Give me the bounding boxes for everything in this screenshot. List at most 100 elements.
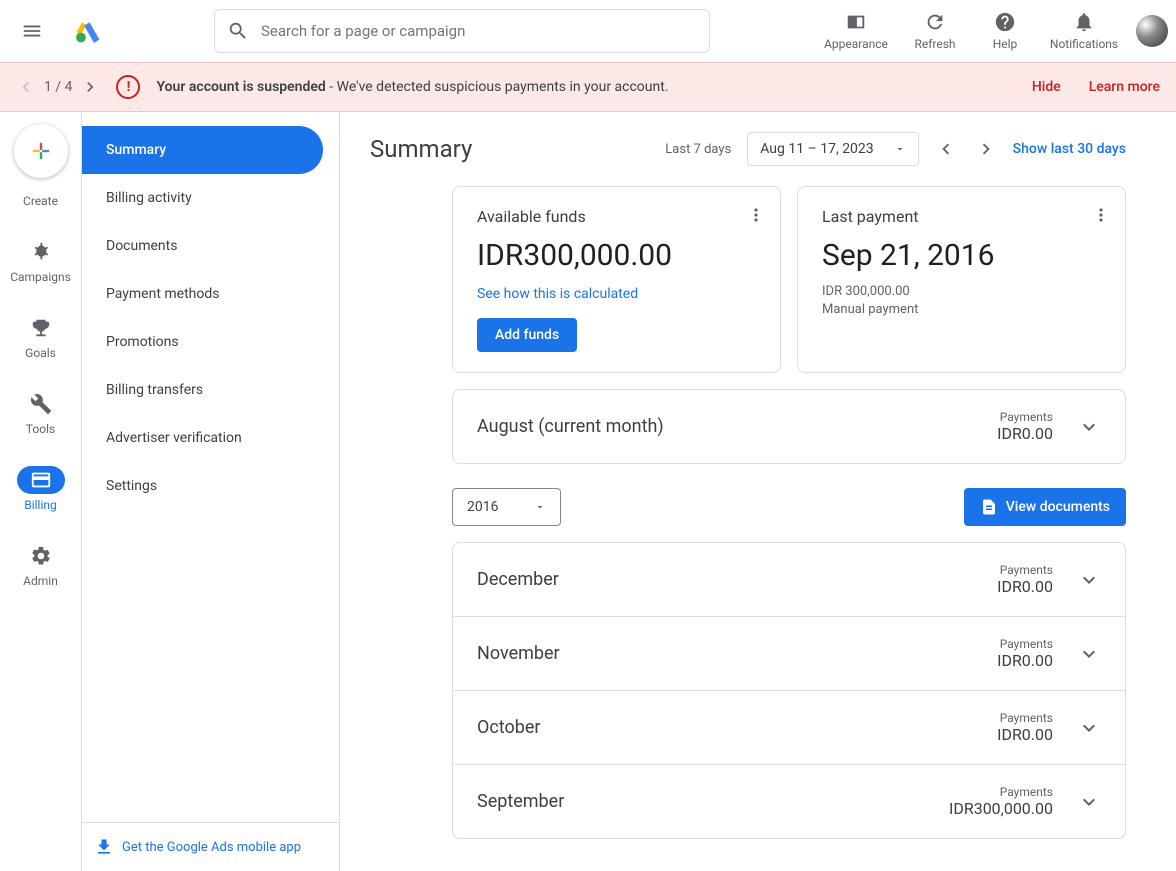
alert-exclamation-icon: ! [116, 75, 140, 99]
payments-amount: IDR0.00 [997, 725, 1053, 744]
bell-icon [1073, 11, 1095, 33]
alert-counter: 1 / 4 [44, 79, 72, 95]
chevron-down-icon [1077, 415, 1101, 439]
date-prev-icon[interactable] [935, 138, 957, 160]
app-header: Appearance Refresh Help Notifications [0, 0, 1176, 62]
month-name: December [477, 569, 559, 590]
trophy-icon [30, 317, 52, 339]
chevron-down-icon [1077, 716, 1101, 740]
document-icon [980, 498, 998, 516]
alert-hide-link[interactable]: Hide [1032, 79, 1061, 95]
menu-button[interactable] [8, 7, 56, 55]
payments-amount: IDR0.00 [997, 651, 1053, 670]
main-content: Summary Last 7 days Aug 11 – 17, 2023 Sh… [340, 112, 1176, 871]
plus-icon [27, 137, 55, 165]
gear-icon [30, 545, 52, 567]
appearance-button[interactable]: Appearance [812, 11, 900, 51]
date-range-selector[interactable]: Aug 11 – 17, 2023 [747, 132, 918, 166]
month-row-current[interactable]: August (current month) Payments IDR0.00 [453, 390, 1125, 463]
funds-calc-link[interactable]: See how this is calculated [477, 286, 638, 302]
months-list: DecemberPaymentsIDR0.00NovemberPaymentsI… [452, 542, 1126, 839]
sidenav-documents[interactable]: Documents [82, 222, 339, 270]
payments-label: Payments [1000, 563, 1053, 577]
account-avatar[interactable] [1136, 15, 1168, 47]
last-payment-card: Last payment Sep 21, 2016 IDR 300,000.00… [797, 186, 1126, 373]
card-menu-button[interactable] [746, 205, 766, 225]
funds-label: Available funds [477, 207, 756, 226]
rail-campaigns[interactable]: Campaigns [0, 224, 81, 298]
card-menu-button[interactable] [1091, 205, 1111, 225]
chevron-down-icon [1077, 790, 1101, 814]
ads-logo-icon [75, 18, 101, 44]
date-next-icon[interactable] [975, 138, 997, 160]
sidenav-payment-methods[interactable]: Payment methods [82, 270, 339, 318]
alert-message: Your account is suspended - We've detect… [156, 79, 668, 95]
google-ads-logo[interactable] [64, 18, 112, 44]
month-row[interactable]: October PaymentsIDR0.00 [453, 690, 1125, 764]
payments-amount: IDR300,000.00 [949, 799, 1053, 818]
alert-learn-more-link[interactable]: Learn more [1089, 79, 1160, 95]
current-month-card: August (current month) Payments IDR0.00 [452, 389, 1126, 464]
hamburger-icon [21, 20, 43, 42]
sidenav-summary[interactable]: Summary [82, 126, 323, 174]
help-icon [994, 11, 1016, 33]
alert-banner: 1 / 4 ! Your account is suspended - We'v… [0, 62, 1176, 112]
funds-amount: IDR300,000.00 [477, 238, 756, 273]
search-icon [227, 20, 249, 42]
month-name: October [477, 717, 541, 738]
sidenav-advertiser-verification[interactable]: Advertiser verification [82, 414, 339, 462]
last-payment-date: Sep 21, 2016 [822, 238, 1101, 273]
create-button[interactable] [14, 124, 68, 178]
more-vert-icon [1091, 205, 1111, 225]
month-name: November [477, 643, 560, 664]
last-payment-amount: IDR 300,000.00 [822, 283, 1101, 301]
help-button[interactable]: Help [970, 11, 1040, 51]
sidenav-promotions[interactable]: Promotions [82, 318, 339, 366]
rail-tools[interactable]: Tools [0, 376, 81, 450]
payments-label: Payments [1000, 785, 1053, 799]
month-row[interactable]: December PaymentsIDR0.00 [453, 543, 1125, 616]
last-payment-label: Last payment [822, 207, 1101, 226]
search-box[interactable] [214, 9, 710, 53]
dropdown-icon [894, 143, 906, 155]
search-input[interactable] [261, 22, 697, 40]
left-rail: Create Campaigns Goals Tools Billing Adm… [0, 112, 82, 871]
month-name: September [477, 791, 564, 812]
year-selector[interactable]: 2016 [452, 488, 561, 526]
page-title: Summary [370, 135, 472, 163]
rail-goals[interactable]: Goals [0, 300, 81, 374]
chevron-down-icon [1077, 642, 1101, 666]
rail-admin[interactable]: Admin [0, 528, 81, 602]
date-range-label: Last 7 days [665, 142, 731, 157]
tools-icon [30, 393, 52, 415]
add-funds-button[interactable]: Add funds [477, 318, 577, 352]
rail-create: Create [0, 180, 81, 222]
megaphone-icon [30, 241, 52, 263]
billing-sidenav: Summary Billing activity Documents Payme… [82, 112, 340, 871]
more-vert-icon [746, 205, 766, 225]
alert-next-icon[interactable] [80, 77, 100, 97]
dropdown-icon [534, 501, 546, 513]
payments-amount: IDR0.00 [997, 577, 1053, 596]
month-row[interactable]: November PaymentsIDR0.00 [453, 616, 1125, 690]
appearance-icon [845, 11, 867, 33]
download-icon [94, 837, 114, 857]
sidenav-settings[interactable]: Settings [82, 462, 339, 510]
mobile-app-link[interactable]: Get the Google Ads mobile app [82, 822, 339, 871]
rail-billing[interactable]: Billing [0, 452, 81, 526]
alert-prev-icon[interactable] [16, 77, 36, 97]
chevron-down-icon [1077, 568, 1101, 592]
notifications-button[interactable]: Notifications [1040, 11, 1128, 51]
payments-label: Payments [1000, 711, 1053, 725]
view-documents-button[interactable]: View documents [964, 488, 1126, 526]
refresh-button[interactable]: Refresh [900, 11, 970, 51]
last-payment-method: Manual payment [822, 301, 1101, 319]
credit-card-icon [30, 469, 52, 491]
refresh-icon [924, 11, 946, 33]
month-row[interactable]: September PaymentsIDR300,000.00 [453, 764, 1125, 838]
sidenav-billing-activity[interactable]: Billing activity [82, 174, 339, 222]
payments-label: Payments [1000, 637, 1053, 651]
show-last-30-link[interactable]: Show last 30 days [1013, 141, 1126, 157]
available-funds-card: Available funds IDR300,000.00 See how th… [452, 186, 781, 373]
sidenav-billing-transfers[interactable]: Billing transfers [82, 366, 339, 414]
